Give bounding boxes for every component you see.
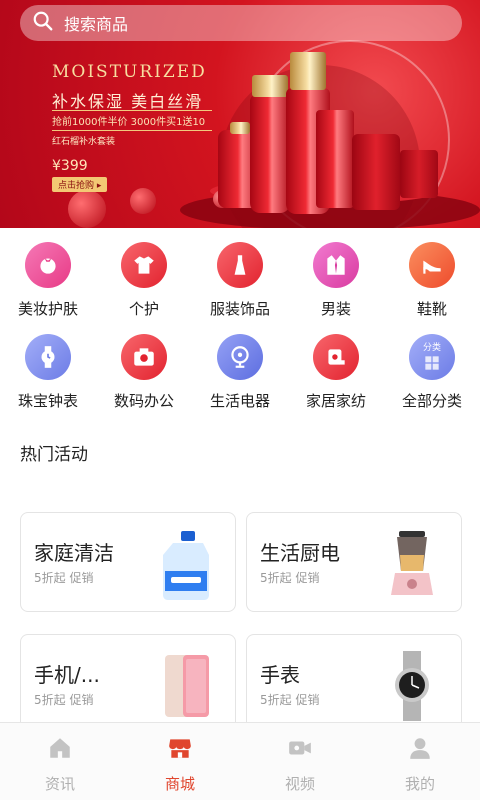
category-label: 美妆护肤 — [17, 300, 78, 318]
tab-label: 视频 — [284, 775, 315, 793]
category-shoes[interactable]: 鞋靴 — [384, 242, 480, 319]
watch-icon — [25, 334, 71, 380]
category-menswear[interactable]: 男装 — [288, 242, 384, 319]
detergent-bottle-image — [163, 531, 209, 600]
dress-icon — [217, 242, 263, 288]
card-title: 手机/... — [34, 663, 100, 687]
category-label: 生活电器 — [209, 392, 270, 410]
promo-card-kitchen-appliances[interactable]: 生活厨电 5折起 促销 — [246, 512, 462, 612]
category-all[interactable]: 分类 全部分类 — [384, 334, 480, 411]
heel-icon — [409, 242, 455, 288]
category-apparel[interactable]: 服装饰品 — [192, 242, 288, 319]
banner-buy-button[interactable]: 点击抢购 ▸ — [52, 177, 108, 192]
shirt-icon — [121, 242, 167, 288]
search-icon — [32, 10, 54, 36]
product-bottle-image — [250, 95, 290, 213]
product-bottle-cap — [290, 52, 326, 90]
card-subtitle: 5折起 促销 — [34, 693, 94, 707]
banner-price: ¥399 — [52, 158, 88, 174]
card-subtitle: 5折起 促销 — [34, 571, 94, 585]
banner-title: MOISTURIZED — [52, 62, 207, 82]
search-placeholder: 搜索商品 — [64, 15, 129, 34]
camera-icon — [121, 334, 167, 380]
search-bar[interactable]: 搜索商品 — [20, 5, 462, 41]
category-label: 家居家纺 — [305, 392, 366, 410]
category-digital[interactable]: 数码办公 — [96, 334, 192, 411]
home-icon — [50, 738, 70, 758]
fan-icon — [217, 334, 263, 380]
category-label: 数码办公 — [113, 392, 174, 410]
bottom-tab-bar: 资讯 商城 视频 我的 — [0, 722, 480, 800]
user-icon — [410, 738, 430, 759]
banner-promo-text: 抢前1000件半价 3000件买1送10 — [52, 110, 212, 131]
category-home-textile[interactable]: 家居家纺 — [288, 334, 384, 411]
tab-label: 资讯 — [44, 775, 75, 793]
tab-label: 我的 — [404, 775, 435, 793]
section-title-hot-events: 热门活动 — [20, 445, 88, 465]
product-tube-image — [316, 110, 354, 208]
banner-ball-decoration — [68, 190, 106, 228]
tab-mine[interactable]: 我的 — [360, 723, 480, 800]
banner-set-name: 红石榴补水套装 — [52, 137, 116, 147]
card-title: 生活厨电 — [260, 541, 340, 565]
tab-mall[interactable]: 商城 — [120, 723, 240, 800]
product-cream-image — [352, 134, 400, 210]
category-label: 鞋靴 — [416, 300, 447, 318]
suit-icon — [313, 242, 359, 288]
tab-video[interactable]: 视频 — [240, 723, 360, 800]
category-label: 男装 — [320, 300, 351, 318]
category-beauty[interactable]: 美妆护肤 — [0, 242, 96, 319]
tab-label: 商城 — [164, 775, 195, 793]
banner-subtitle: 补水保湿 美白丝滑 — [52, 92, 204, 111]
category-label: 珠宝钟表 — [17, 392, 78, 410]
card-subtitle: 5折起 促销 — [260, 571, 320, 585]
category-label: 全部分类 — [401, 392, 462, 410]
tomato-icon — [25, 242, 71, 288]
shop-icon — [169, 739, 191, 758]
tissue-roll-icon — [313, 334, 359, 380]
product-gift-box-image — [400, 150, 438, 198]
category-jewelry[interactable]: 珠宝钟表 — [0, 334, 96, 411]
category-appliances[interactable]: 生活电器 — [192, 334, 288, 411]
promo-card-watches[interactable]: 手表 5折起 促销 — [246, 634, 462, 734]
all-categories-badge: 分类 — [422, 343, 441, 353]
wristwatch-image — [395, 651, 429, 721]
card-title: 家庭清洁 — [34, 541, 114, 565]
blender-image — [391, 531, 433, 595]
promo-card-phones[interactable]: 手机/... 5折起 促销 — [20, 634, 236, 734]
product-bottle-cap — [252, 75, 288, 97]
banner-ball-decoration — [130, 188, 156, 214]
category-label: 服装饰品 — [209, 300, 270, 318]
product-jar-cap — [230, 122, 250, 134]
smartphone-image — [165, 655, 209, 717]
card-title: 手表 — [260, 663, 300, 687]
tab-news[interactable]: 资讯 — [0, 723, 120, 800]
video-icon — [289, 741, 311, 755]
category-personal-care[interactable]: 个护 — [96, 242, 192, 319]
promo-card-home-cleaning[interactable]: 家庭清洁 5折起 促销 — [20, 512, 236, 612]
category-label: 个护 — [128, 300, 159, 318]
card-subtitle: 5折起 促销 — [260, 693, 320, 707]
all-categories-icon: 分类 — [409, 334, 455, 380]
